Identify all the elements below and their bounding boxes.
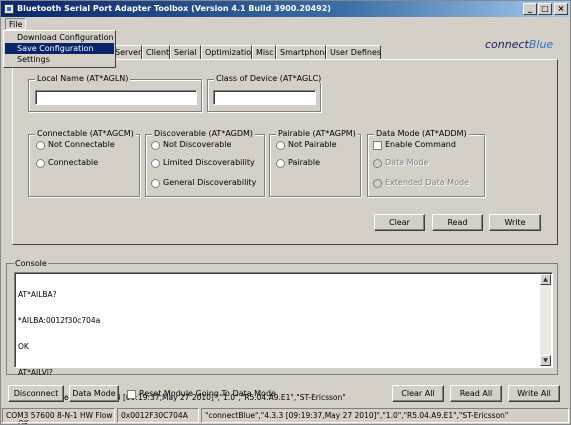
read-all-button[interactable]: Read All: [450, 385, 502, 402]
radio-label: General Discoverability: [163, 178, 257, 187]
radio-circle: [276, 159, 285, 168]
radio-not-discoverable[interactable]: Not Discoverable: [151, 140, 231, 151]
radio-circle: [36, 141, 45, 150]
radio-circle: [373, 179, 382, 188]
menu-item-settings[interactable]: Settings: [5, 54, 114, 65]
checkbox-box: [127, 390, 136, 399]
console-line: OK: [18, 341, 29, 351]
tab-user-defines[interactable]: User Defines: [326, 45, 381, 59]
write-all-button[interactable]: Write All: [508, 385, 560, 402]
app-window: Bluetooth Serial Port Adapter Toolbox (V…: [0, 0, 571, 425]
checkbox-label: Enable Command: [385, 140, 456, 149]
scroll-up-icon[interactable]: ▲: [540, 274, 551, 285]
radio-circle: [373, 159, 382, 168]
radio-label: Pairable: [288, 158, 321, 167]
radio-label: Not Pairable: [288, 140, 337, 149]
checkbox-box: [373, 141, 382, 150]
radio-circle: [151, 159, 160, 168]
radio-label: Connectable: [48, 158, 99, 167]
status-bar: COM3 57600 8-N-1 HW Flow 0x0012F30C704A …: [1, 407, 570, 424]
menu-item-save-configuration[interactable]: Save Configuration: [5, 43, 114, 54]
reset-module-checkbox[interactable]: Reset Module Going To Data Mode: [127, 389, 276, 400]
clear-button[interactable]: Clear: [374, 214, 425, 231]
tab-smartphone[interactable]: Smartphone: [276, 45, 329, 59]
radio-circle: [151, 179, 160, 188]
tab-misc[interactable]: Misc: [252, 45, 276, 59]
connectable-legend: Connectable (AT*AGCM): [35, 129, 136, 138]
tab-optimization[interactable]: Optimization: [201, 45, 256, 59]
clear-all-button[interactable]: Clear All: [392, 385, 444, 402]
console-legend: Console: [14, 259, 48, 268]
file-menu-dropdown: Download Configuration Save Configuratio…: [3, 30, 116, 68]
pairable-legend: Pairable (AT*AGPM): [276, 129, 358, 138]
menu-item-download-configuration[interactable]: Download Configuration: [5, 32, 114, 43]
data-mode-button[interactable]: Data Mode: [69, 385, 119, 402]
radio-label: Not Connectable: [48, 140, 115, 149]
minimize-button[interactable]: _: [523, 3, 537, 15]
status-port: COM3 57600 8-N-1 HW Flow: [2, 408, 115, 423]
connectblue-logo: connectBlue: [485, 38, 553, 51]
class-of-device-legend: Class of Device (AT*AGLC): [214, 74, 324, 83]
enable-command-checkbox[interactable]: Enable Command: [373, 140, 456, 151]
radio-connectable[interactable]: Connectable: [36, 158, 98, 169]
radio-label: Not Discoverable: [163, 140, 232, 149]
status-address: 0x0012F30C704A: [117, 408, 199, 423]
title-bar[interactable]: Bluetooth Serial Port Adapter Toolbox (V…: [1, 1, 570, 17]
radio-label: Data Mode: [385, 158, 429, 167]
radio-not-pairable[interactable]: Not Pairable: [276, 140, 337, 151]
radio-general-discoverability[interactable]: General Discoverability: [151, 178, 256, 189]
radio-pairable[interactable]: Pairable: [276, 158, 320, 169]
radio-circle: [276, 141, 285, 150]
status-info: "connectBlue","4.3.3 [09:19:37,May 27 20…: [201, 408, 569, 423]
write-button[interactable]: Write: [489, 214, 541, 231]
scroll-down-icon[interactable]: ▼: [540, 355, 551, 366]
brand-prefix: connect: [485, 38, 529, 51]
app-icon: [4, 4, 14, 14]
class-of-device-input[interactable]: [213, 90, 316, 105]
console-line: AT*AILVI?: [18, 367, 53, 377]
radio-not-connectable[interactable]: Not Connectable: [36, 140, 115, 151]
radio-label: Extended Data Mode: [385, 178, 469, 187]
close-button[interactable]: ×: [554, 3, 568, 15]
console-line: *AILBA:0012f30c704a: [18, 315, 101, 325]
radio-data-mode[interactable]: Data Mode: [373, 158, 428, 169]
data-mode-legend: Data Mode (AT*ADDM): [374, 129, 469, 138]
window-title: Bluetooth Serial Port Adapter Toolbox (V…: [17, 4, 331, 13]
read-button[interactable]: Read: [432, 214, 483, 231]
console-line: AT*AILBA?: [18, 290, 57, 300]
disconnect-button[interactable]: Disconnect: [8, 385, 64, 402]
console-output[interactable]: AT*AILBA? *AILBA:0012f30c704a OK AT*AILV…: [14, 272, 553, 424]
radio-circle: [151, 141, 160, 150]
checkbox-label: Reset Module Going To Data Mode: [139, 389, 276, 398]
local-name-legend: Local Name (AT*AGLN): [35, 74, 131, 83]
radio-circle: [36, 159, 45, 168]
local-name-input[interactable]: [35, 90, 197, 105]
radio-label: Limited Discoverability: [163, 158, 255, 167]
menu-file[interactable]: File: [5, 18, 27, 30]
radio-extended-data-mode[interactable]: Extended Data Mode: [373, 178, 469, 189]
console-scrollbar[interactable]: ▲ ▼: [540, 274, 551, 366]
menu-bar: File: [1, 17, 570, 31]
brand-suffix: Blue: [528, 38, 554, 51]
tab-client[interactable]: Client: [142, 45, 170, 59]
maximize-button[interactable]: □: [538, 3, 552, 15]
tab-serial[interactable]: Serial: [170, 45, 201, 59]
radio-limited-discoverability[interactable]: Limited Discoverability: [151, 158, 255, 169]
console-lines: AT*AILBA? *AILBA:0012f30c704a OK AT*AILV…: [18, 274, 346, 424]
discoverable-legend: Discoverable (AT*AGDM): [152, 129, 256, 138]
